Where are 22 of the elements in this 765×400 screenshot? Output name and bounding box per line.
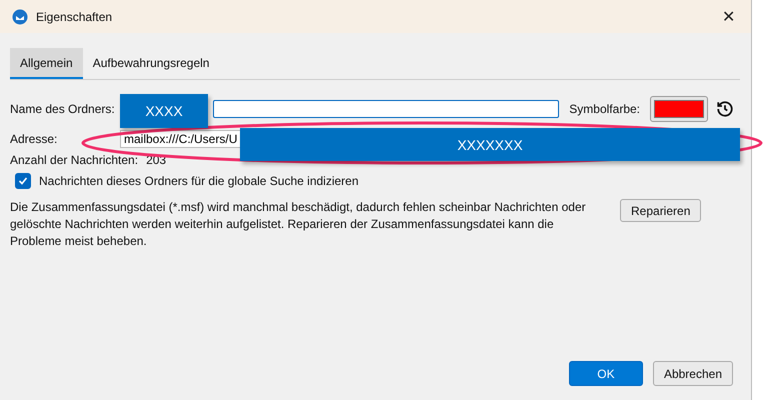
window-title: Eigenschaften bbox=[36, 10, 114, 24]
redaction-bar: XXXXXXX bbox=[240, 128, 740, 161]
checkbox[interactable] bbox=[15, 173, 31, 189]
redaction-box: XXXX bbox=[120, 94, 208, 128]
tab[interactable]: Aufbewahrungsregeln bbox=[82, 48, 220, 79]
ok-button[interactable]: OK bbox=[568, 361, 643, 386]
description-text: Die Zusammenfassungsdatei (*.msf) wird manchmal beschädigt, dadurch fehlen scheinbar Nachrichten oder gelöschte Nachrichten werden weiterhin aufgelistet. Reparieren der Zusammenfassungsdatei kann die Probleme meist beheben. bbox=[10, 199, 587, 250]
cancel-button[interactable]: Abbrechen bbox=[652, 361, 733, 386]
folder-name-field[interactable] bbox=[213, 100, 560, 118]
close-button[interactable]: ✕ bbox=[718, 6, 739, 26]
app-logo-icon bbox=[12, 8, 28, 24]
field-label: Symbolfarbe: bbox=[569, 102, 640, 116]
checkbox-label: Nachrichten dieses Ordners für die globale Suche indizieren bbox=[39, 174, 359, 188]
field-label: Adresse: bbox=[10, 132, 58, 146]
field-label: Name des Ordners: bbox=[10, 102, 115, 116]
address-field[interactable]: mailbox:///C:/Users/U bbox=[120, 130, 240, 148]
checkmark-icon bbox=[18, 176, 28, 186]
repair-button[interactable]: Reparieren bbox=[620, 199, 702, 222]
field-label: Anzahl der Nachrichten: bbox=[10, 153, 138, 167]
tab[interactable]: Allgemein bbox=[10, 48, 83, 79]
color-swatch-button[interactable] bbox=[650, 96, 708, 122]
history-icon[interactable] bbox=[716, 100, 734, 118]
